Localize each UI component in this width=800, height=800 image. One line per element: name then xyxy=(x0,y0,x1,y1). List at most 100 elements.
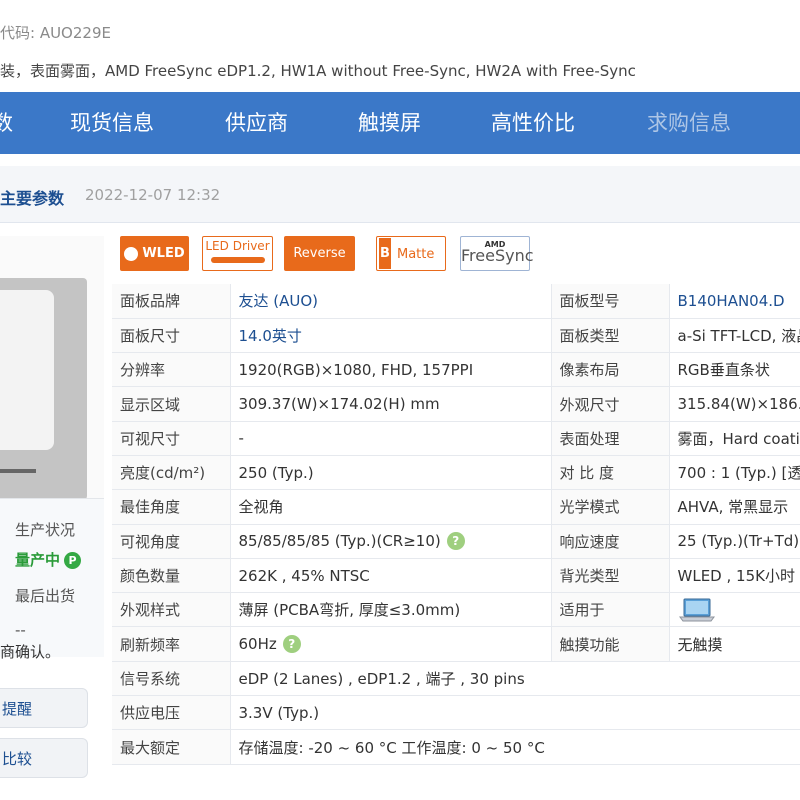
spec-label: 面板型号 xyxy=(551,284,670,319)
spec-value: 250 (Typ.) xyxy=(230,455,552,491)
table-row: 供应电压 3.3V (Typ.) xyxy=(112,695,800,731)
spec-value-model-link[interactable]: B140HAN04.D xyxy=(669,284,800,319)
help-icon[interactable]: ? xyxy=(446,532,465,551)
spec-label: 表面处理 xyxy=(551,421,670,456)
spec-label: 外观样式 xyxy=(112,592,231,628)
production-p-icon: P xyxy=(64,552,82,569)
table-row: 可视尺寸 - 表面处理 雾面，Hard coatin xyxy=(112,421,800,456)
spec-label: 对 比 度 xyxy=(551,455,670,491)
spec-label: 亮度(cd/m²) xyxy=(112,455,231,491)
tag-matte-label: Matte xyxy=(397,247,435,262)
table-row: 面板品牌 友达 (AUO) 面板型号 B140HAN04.D xyxy=(112,284,800,319)
bulb-icon xyxy=(124,246,139,261)
production-status-value: 量产中 P xyxy=(15,549,82,570)
production-status-label: 生产状况 xyxy=(15,521,76,539)
spec-label: 最佳角度 xyxy=(112,489,231,525)
tag-freesync-label: FreeSync xyxy=(461,246,534,265)
spec-value-cell xyxy=(669,592,800,628)
spec-value: a-Si TFT-LCD, 液晶 xyxy=(669,318,800,354)
spec-value: 3.3V (Typ.) xyxy=(230,695,800,731)
spec-value: WLED , 15K小时 xyxy=(669,558,800,594)
spec-value-size-link[interactable]: 14.0英寸 xyxy=(230,318,552,354)
spec-value: 309.37(W)×174.02(H) mm xyxy=(230,386,552,422)
left-column: 生产状况 量产中 P 最后出货 -- 商确认。 提醒 比较 xyxy=(0,222,105,800)
production-status-text: 量产中 xyxy=(15,551,61,569)
spec-value: eDP (2 Lanes) , eDP1.2 , 端子 , 30 pins xyxy=(230,661,800,697)
nav-item-truncated[interactable]: 数 xyxy=(0,92,13,154)
spec-value: - xyxy=(230,421,552,456)
table-row: 最佳角度 全视角 光学模式 AHVA, 常黑显示 xyxy=(112,489,800,525)
table-row: 面板尺寸 14.0英寸 面板类型 a-Si TFT-LCD, 液晶 xyxy=(112,318,800,354)
spec-label: 面板尺寸 xyxy=(112,318,231,354)
nav-item-purchase-requests[interactable]: 求购信息 xyxy=(647,92,731,154)
tag-led-driver-label: LED Driver xyxy=(205,239,270,253)
tag-wled-label: WLED xyxy=(142,246,185,261)
spec-value: 雾面，Hard coatin xyxy=(669,421,800,456)
product-image-box xyxy=(0,236,104,500)
table-row: 颜色数量 262K , 45% NTSC 背光类型 WLED , 15K小时 xyxy=(112,558,800,594)
spec-label: 响应速度 xyxy=(551,524,670,559)
spec-value: 700 : 1 (Typ.) [透 xyxy=(669,455,800,491)
spec-value: 无触摸 xyxy=(669,626,800,662)
spec-label: 显示区域 xyxy=(112,386,231,422)
spec-table: 面板品牌 友达 (AUO) 面板型号 B140HAN04.D 面板尺寸 14.0… xyxy=(112,284,800,765)
spec-label: 光学模式 xyxy=(551,489,670,525)
spec-value: RGB垂直条状 xyxy=(669,352,800,388)
spec-label: 最大额定 xyxy=(112,729,231,765)
table-row: 分辨率 1920(RGB)×1080, FHD, 157PPI 像素布局 RGB… xyxy=(112,352,800,388)
table-row: 最大额定 存储温度: -20 ~ 60 °C 工作温度: 0 ~ 50 °C xyxy=(112,729,800,765)
last-shipment-label: 最后出货 xyxy=(15,587,76,605)
spec-label: 供应电压 xyxy=(112,695,231,731)
main-navbar: 数 现货信息 供应商 触摸屏 高性价比 求购信息 xyxy=(0,92,800,154)
section-title: 主要参数 xyxy=(0,189,65,208)
spec-value: 262K , 45% NTSC xyxy=(230,558,552,594)
spec-label: 颜色数量 xyxy=(112,558,231,594)
tag-led-driver: LED Driver xyxy=(202,236,273,271)
spec-value: 全视角 xyxy=(230,489,552,525)
tag-reverse: Reverse xyxy=(284,236,355,271)
panel-image[interactable] xyxy=(0,278,87,500)
spec-value-cell: 85/85/85/85 (Typ.)(CR≥10)? xyxy=(230,524,552,559)
remind-button[interactable]: 提醒 xyxy=(0,688,88,728)
table-row: 信号系统 eDP (2 Lanes) , eDP1.2 , 端子 , 30 pi… xyxy=(112,661,800,697)
tag-matte: B Matte xyxy=(376,236,446,271)
table-row: 亮度(cd/m²) 250 (Typ.) 对 比 度 700 : 1 (Typ.… xyxy=(112,455,800,491)
help-icon[interactable]: ? xyxy=(282,635,301,654)
tag-freesync: AMD FreeSync xyxy=(460,236,534,271)
nav-item-suppliers[interactable]: 供应商 xyxy=(225,92,288,154)
nav-item-touchscreen[interactable]: 触摸屏 xyxy=(358,92,421,154)
spec-label: 可视角度 xyxy=(112,524,231,559)
spec-value: 1920(RGB)×1080, FHD, 157PPI xyxy=(230,352,552,388)
spec-value: AHVA, 常黑显示 xyxy=(669,489,800,525)
spec-label: 面板品牌 xyxy=(112,284,231,319)
spec-label: 适用于 xyxy=(551,592,670,628)
nav-item-value[interactable]: 高性价比 xyxy=(491,92,575,154)
laptop-icon[interactable] xyxy=(678,597,716,623)
panel-description-line: 装，表面雾面，AMD FreeSync eDP1.2, HW1A without… xyxy=(0,62,636,80)
spec-value: 85/85/85/85 (Typ.)(CR≥10) xyxy=(238,531,441,550)
spec-label: 像素布局 xyxy=(551,352,670,388)
spec-value: 薄屏 (PCBA弯折, 厚度≤3.0mm) xyxy=(230,592,552,628)
spec-label: 刷新频率 xyxy=(112,626,231,662)
table-row: 刷新频率 60Hz? 触摸功能 无触摸 xyxy=(112,626,800,662)
spec-label: 面板类型 xyxy=(551,318,670,354)
table-row: 外观样式 薄屏 (PCBA弯折, 厚度≤3.0mm) 适用于 xyxy=(112,592,800,628)
spec-label: 背光类型 xyxy=(551,558,670,594)
spec-label: 触摸功能 xyxy=(551,626,670,662)
spec-value: 25 (Typ.)(Tr+Td) xyxy=(669,524,800,559)
spec-label: 外观尺寸 xyxy=(551,386,670,422)
table-row: 可视角度 85/85/85/85 (Typ.)(CR≥10)? 响应速度 25 … xyxy=(112,524,800,559)
production-status-box: 生产状况 量产中 P 最后出货 -- 商确认。 xyxy=(0,498,104,661)
spec-value-brand-link[interactable]: 友达 (AUO) xyxy=(230,284,552,319)
spec-label: 信号系统 xyxy=(112,661,231,697)
last-shipment-value: -- xyxy=(15,621,26,639)
spec-value: 存储温度: -20 ~ 60 °C 工作温度: 0 ~ 50 °C xyxy=(230,729,800,765)
spec-value: 315.84(W)×186.4 xyxy=(669,386,800,422)
tag-wled: WLED xyxy=(120,236,189,271)
nav-item-stock[interactable]: 现货信息 xyxy=(70,92,154,154)
spec-value: 60Hz xyxy=(238,634,277,653)
spec-label: 可视尺寸 xyxy=(112,421,231,456)
panel-code-line: 代码: AUO229E xyxy=(0,24,111,42)
table-row: 显示区域 309.37(W)×174.02(H) mm 外观尺寸 315.84(… xyxy=(112,386,800,422)
compare-button[interactable]: 比较 xyxy=(0,738,88,778)
